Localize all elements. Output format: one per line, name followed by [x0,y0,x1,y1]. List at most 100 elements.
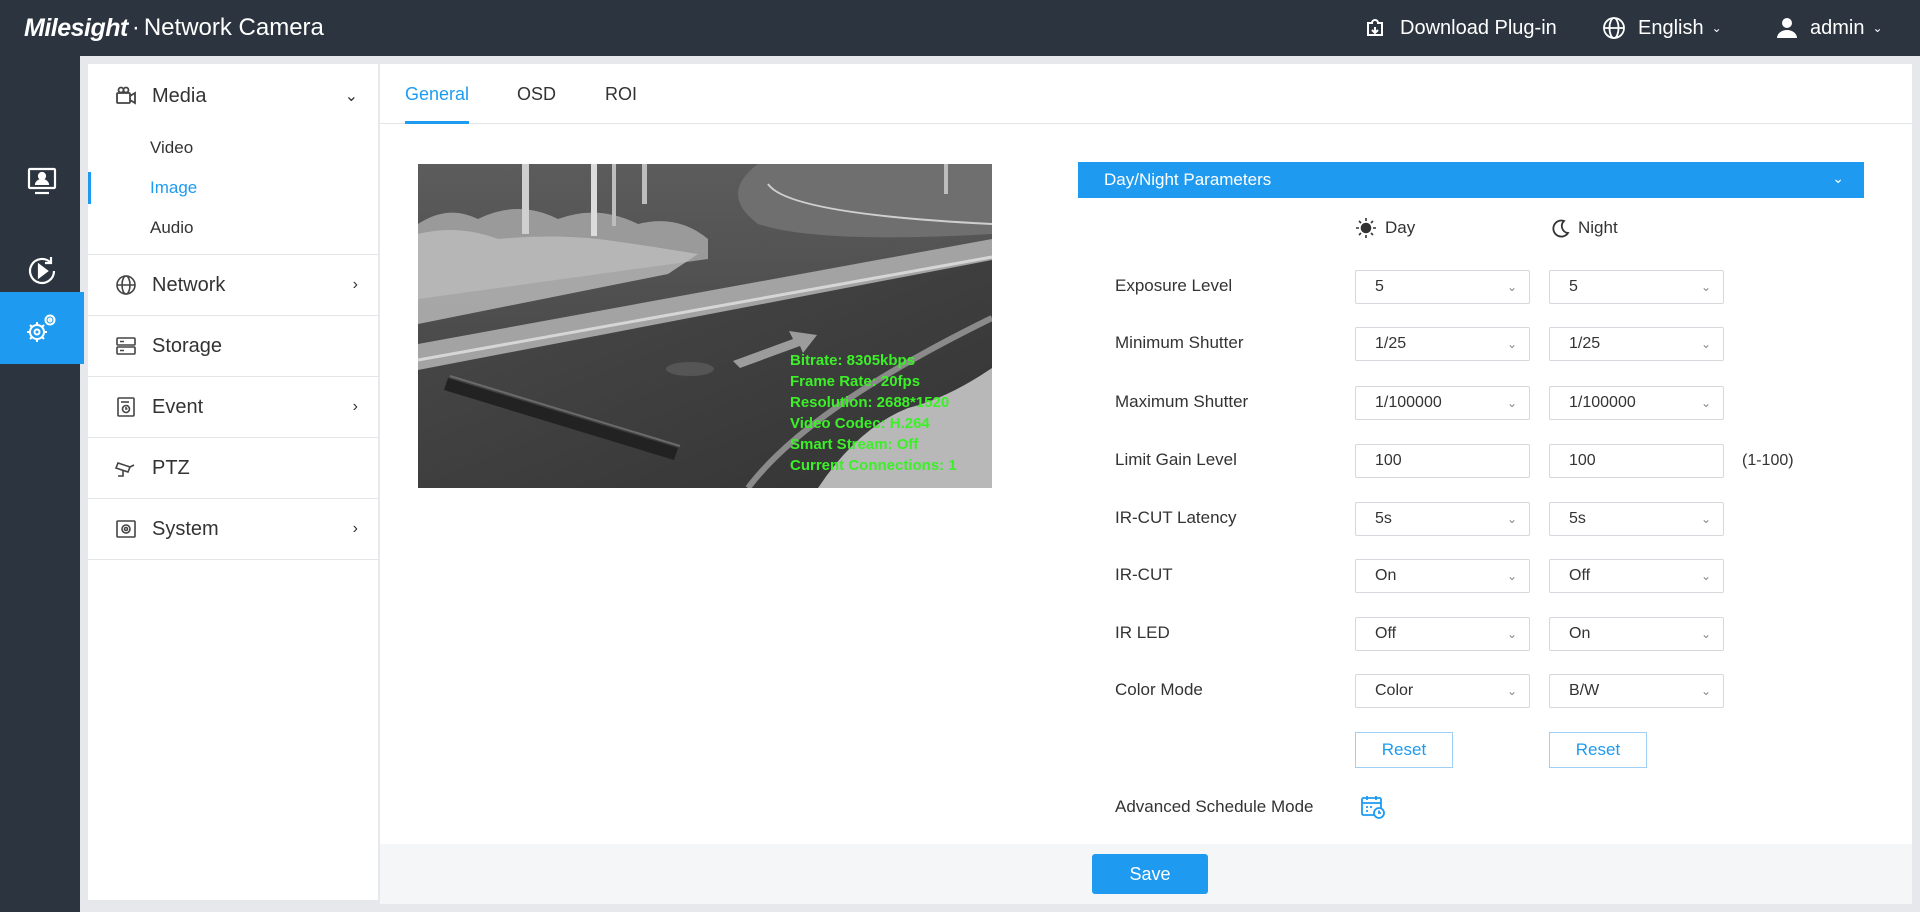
chevron-down-icon: ⌄ [1700,684,1711,698]
osd-overlay: Bitrate: 8305kbps Frame Rate: 20fps Reso… [790,350,957,476]
tab-general[interactable]: General [405,84,470,124]
chevron-down-icon: ⌄ [1506,627,1517,641]
tab-roi[interactable]: ROI [605,84,637,124]
tab-bar: General OSD ROI [380,64,1912,124]
day-night-section-header[interactable]: Day/Night Parameters ⌄ [1078,162,1864,198]
left-rail [0,56,84,912]
camera-icon [114,84,138,108]
sidebar-item-network[interactable]: Network › [88,255,378,316]
system-icon [114,517,138,541]
chevron-right-icon: › [352,398,358,415]
media-submenu: Video Image Audio [88,128,378,255]
maximum-shutter-day-select[interactable]: 1/100000 ⌄ [1355,386,1530,420]
chevron-right-icon: › [352,520,358,537]
color-mode-night-select[interactable]: B/W ⌄ [1549,674,1724,708]
chevron-down-icon: ⌄ [1506,512,1517,526]
top-bar: Milesight · Network Camera Download Plug… [0,0,1920,56]
exposure-level-label: Exposure Level [1115,276,1233,295]
chevron-down-icon: ⌄ [1506,684,1517,698]
maximum-shutter-label: Maximum Shutter [1115,392,1249,411]
chevron-down-icon: ⌄ [1506,280,1517,294]
minimum-shutter-label: Minimum Shutter [1115,333,1244,352]
sidebar-item-audio[interactable]: Audio [88,208,378,248]
globe-icon [1603,17,1625,39]
limit-gain-range-hint: (1-100) [1742,452,1794,469]
maximum-shutter-night-select[interactable]: 1/100000 ⌄ [1549,386,1724,420]
settings-sidenav: Media ⌄ Video Image Audio Network › Stor… [88,64,378,900]
night-column-header: Night [1550,216,1618,240]
color-mode-label: Color Mode [1115,680,1203,699]
gears-icon [27,314,56,342]
ir-cut-day-select[interactable]: On ⌄ [1355,559,1530,593]
limit-gain-level-label: Limit Gain Level [1115,450,1237,469]
reset-day-button[interactable]: Reset [1355,732,1453,768]
puzzle-download-icon [1367,19,1383,36]
minimum-shutter-night-select[interactable]: 1/25 ⌄ [1549,327,1724,361]
limit-gain-level-night-input[interactable] [1549,444,1724,478]
download-plugin-button[interactable]: Download Plug-in [1362,12,1557,44]
minimum-shutter-day-select[interactable]: 1/25 ⌄ [1355,327,1530,361]
osd-smart-stream: Smart Stream: Off [790,436,919,453]
play-refresh-icon [28,257,56,285]
ir-led-day-select[interactable]: Off ⌄ [1355,617,1530,651]
sidebar-item-system[interactable]: System › [88,499,378,560]
chevron-down-icon: ⌄ [1506,396,1517,410]
sidebar-item-image[interactable]: Image [88,168,378,208]
reset-night-button[interactable]: Reset [1549,732,1647,768]
tab-osd[interactable]: OSD [517,84,556,124]
footer-bar: Save [380,844,1912,904]
rail-settings[interactable] [0,292,84,364]
chevron-down-icon: ⌄ [1711,21,1722,35]
brand-name: Milesight [24,13,128,42]
sidebar-item-video[interactable]: Video [88,128,378,168]
product-name: Network Camera [143,14,324,41]
exposure-level-day-select[interactable]: 5 ⌄ [1355,270,1530,304]
save-button[interactable]: Save [1092,854,1208,894]
chevron-down-icon: ⌄ [1700,337,1711,351]
osd-frame-rate: Frame Rate: 20fps [790,373,921,390]
user-icon [1777,18,1797,38]
ir-cut-latency-night-select[interactable]: 5s ⌄ [1549,502,1724,536]
osd-connections: Current Connections: 1 [790,457,957,474]
event-icon [114,395,138,419]
ptz-camera-icon [114,456,138,480]
chevron-down-icon: ⌄ [1700,627,1711,641]
chevron-down-icon: ⌄ [1700,569,1711,583]
osd-resolution: Resolution: 2688*1520 [790,394,950,411]
rail-live-view[interactable] [0,146,84,216]
chevron-down-icon: ⌄ [1506,569,1517,583]
language-select[interactable]: English ⌄ [1602,12,1722,44]
ir-led-label: IR LED [1115,623,1170,642]
ir-cut-latency-day-select[interactable]: 5s ⌄ [1355,502,1530,536]
ir-cut-latency-label: IR-CUT Latency [1115,508,1237,527]
color-mode-day-select[interactable]: Color ⌄ [1355,674,1530,708]
limit-gain-level-day-input[interactable] [1355,444,1530,478]
osd-bitrate: Bitrate: 8305kbps [790,352,916,369]
storage-icon [114,334,138,358]
main-scrollbar[interactable] [1912,64,1920,844]
chevron-down-icon: ⌄ [1700,396,1711,410]
sidebar-item-event[interactable]: Event › [88,377,378,438]
monitor-user-icon [27,167,57,195]
sidebar-item-media[interactable]: Media ⌄ [88,64,378,128]
calendar-clock-icon[interactable] [1360,794,1386,820]
sun-icon [1356,218,1376,238]
user-menu[interactable]: admin ⌄ [1776,12,1883,44]
sidebar-item-ptz[interactable]: PTZ [88,438,378,499]
ir-led-night-select[interactable]: On ⌄ [1549,617,1724,651]
sidebar-item-storage[interactable]: Storage [88,316,378,377]
chevron-down-icon: ⌄ [1700,280,1711,294]
chevron-down-icon: ⌄ [344,88,358,105]
advanced-schedule-mode-label: Advanced Schedule Mode [1115,797,1314,816]
chevron-down-icon: ⌄ [1700,512,1711,526]
ir-cut-night-select[interactable]: Off ⌄ [1549,559,1724,593]
ir-cut-label: IR-CUT [1115,565,1173,584]
exposure-level-night-select[interactable]: 5 ⌄ [1549,270,1724,304]
main-panel: General OSD ROI Bitrate: 8305kbps Frame … [380,64,1912,844]
chevron-down-icon: ⌄ [1832,170,1844,186]
day-column-header: Day [1355,216,1415,240]
camera-preview: Bitrate: 8305kbps Frame Rate: 20fps Reso… [418,164,992,488]
chevron-down-icon: ⌄ [1506,337,1517,351]
globe-icon [114,273,138,297]
chevron-down-icon: ⌄ [1872,21,1883,35]
